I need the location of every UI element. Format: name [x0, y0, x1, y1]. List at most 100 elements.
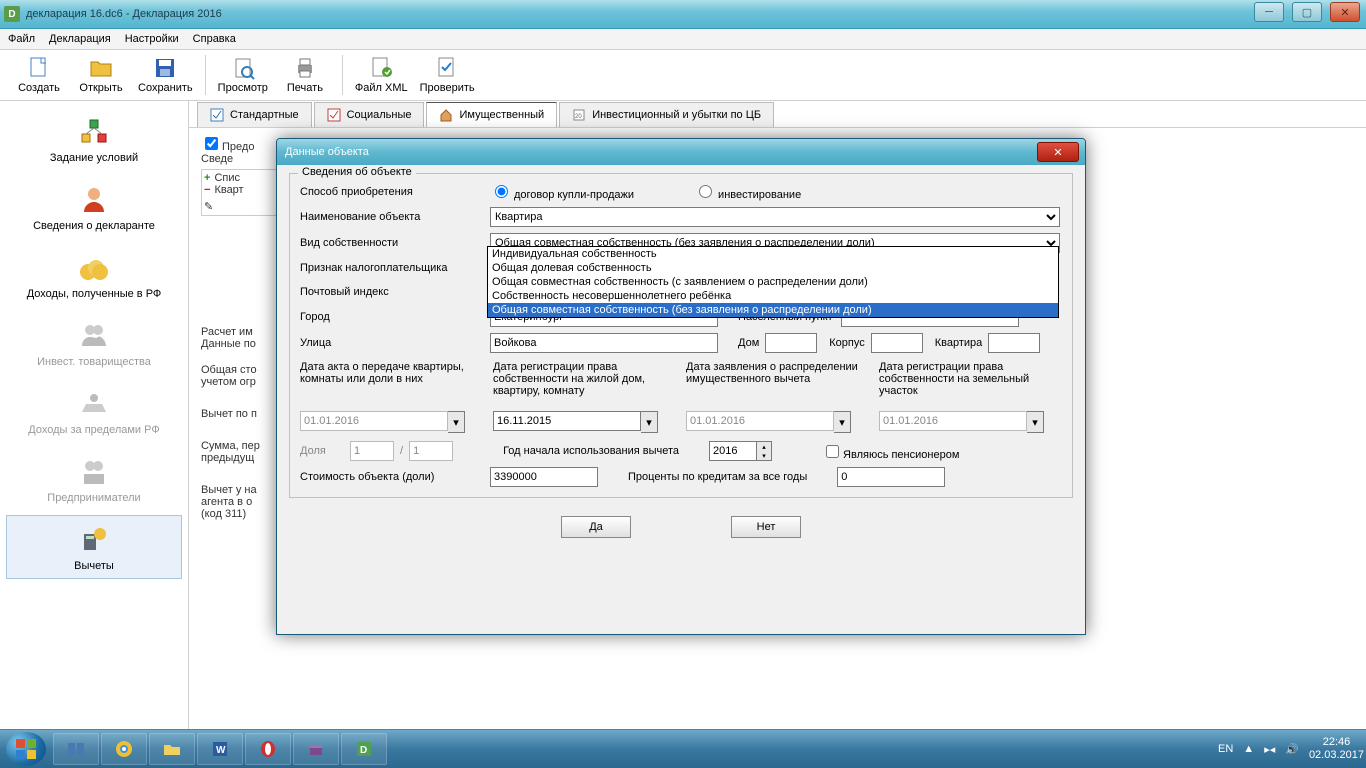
- tray-lang[interactable]: EN: [1218, 743, 1233, 755]
- task-totalcmd[interactable]: [53, 733, 99, 765]
- tb-xml-label: Файл XML: [355, 82, 408, 94]
- tab-standard[interactable]: Стандартные: [197, 102, 312, 127]
- nav-entrepreneurs[interactable]: Предприниматели: [6, 447, 182, 511]
- date-act-drop[interactable]: ▾: [448, 411, 465, 433]
- own-opt-0[interactable]: Индивидуальная собственность: [488, 247, 1058, 261]
- tab-row: Стандартные Социальные Имущественный 20И…: [189, 101, 1366, 128]
- maximize-button[interactable]: ▢: [1292, 2, 1322, 22]
- input-share-den[interactable]: [409, 441, 453, 461]
- tray-flag2-icon[interactable]: ▸◂: [1264, 743, 1275, 756]
- input-apt[interactable]: [988, 333, 1040, 353]
- task-word[interactable]: W: [197, 733, 243, 765]
- date-reg-drop[interactable]: ▾: [641, 411, 658, 433]
- tray-network-icon[interactable]: 🔊: [1285, 743, 1299, 756]
- input-date-land[interactable]: [879, 411, 1027, 431]
- task-declaration[interactable]: D: [341, 733, 387, 765]
- tb-print[interactable]: Печать: [274, 54, 336, 96]
- minimize-button[interactable]: ─: [1254, 2, 1284, 22]
- lbl-interest: Проценты по кредитам за все годы: [628, 471, 807, 483]
- own-opt-4[interactable]: Общая совместная собственность (без заяв…: [488, 303, 1058, 317]
- tab-property[interactable]: Имущественный: [426, 102, 557, 127]
- nav-deductions[interactable]: Вычеты: [6, 515, 182, 579]
- tab-invest-losses[interactable]: 20Инвестиционный и убытки по ЦБ: [559, 102, 774, 127]
- input-street[interactable]: [490, 333, 718, 353]
- chk-pensioner[interactable]: Являюсь пенсионером: [822, 442, 959, 461]
- lbl-date-decl: Дата заявления о распределении имуществе…: [686, 361, 869, 405]
- tb-check[interactable]: Проверить: [414, 54, 481, 96]
- input-interest[interactable]: [837, 467, 945, 487]
- tray-flag-icon[interactable]: ▲: [1243, 743, 1254, 755]
- tb-xml[interactable]: Файл XML: [349, 54, 414, 96]
- tb-sep: [205, 55, 206, 95]
- task-opera[interactable]: [245, 733, 291, 765]
- dialog-object-data: Данные объекта ✕ Сведения об объекте Спо…: [276, 138, 1086, 635]
- dialog-titlebar[interactable]: Данные объекта ✕: [277, 139, 1085, 165]
- own-opt-3[interactable]: Собственность несовершеннолетнего ребёнк…: [488, 289, 1058, 303]
- tb-open[interactable]: Открыть: [70, 54, 132, 96]
- nav-income-rf[interactable]: Доходы, полученные в РФ: [6, 243, 182, 307]
- nav-invest[interactable]: Инвест. товарищества: [6, 311, 182, 375]
- spin-up[interactable]: ▴: [757, 442, 771, 451]
- app-icon: D: [4, 6, 20, 22]
- dialog-title: Данные объекта: [285, 146, 369, 158]
- own-opt-1[interactable]: Общая долевая собственность: [488, 261, 1058, 275]
- start-button[interactable]: [6, 732, 46, 766]
- dialog-close-button[interactable]: ✕: [1037, 142, 1079, 162]
- left-nav: Задание условий Сведения о декларанте До…: [0, 101, 189, 751]
- input-date-reg[interactable]: [493, 411, 641, 431]
- close-button[interactable]: ✕: [1330, 2, 1360, 22]
- spin-down[interactable]: ▾: [757, 451, 771, 460]
- task-explorer[interactable]: [149, 733, 195, 765]
- lbl-apt: Квартира: [935, 337, 983, 349]
- lbl-obj-name: Наименование объекта: [300, 211, 490, 223]
- own-opt-2[interactable]: Общая совместная собственность (с заявле…: [488, 275, 1058, 289]
- input-cost[interactable]: [490, 467, 598, 487]
- tab-social[interactable]: Социальные: [314, 102, 425, 127]
- window-controls: ─ ▢ ✕: [1254, 2, 1360, 22]
- lbl-taxpayer-sign: Признак налогоплательщика: [300, 262, 490, 274]
- tray-clock[interactable]: 22:46 02.03.2017: [1309, 736, 1364, 762]
- input-date-decl[interactable]: [686, 411, 834, 431]
- lbl-year-start: Год начала использования вычета: [503, 445, 679, 457]
- input-house[interactable]: [765, 333, 817, 353]
- task-winrar[interactable]: [293, 733, 339, 765]
- year-spinner[interactable]: ▴▾: [709, 441, 772, 461]
- input-share-num[interactable]: [350, 441, 394, 461]
- lbl-date-reg: Дата регистрации права собственности на …: [493, 361, 676, 405]
- own-type-dropdown-list[interactable]: Индивидуальная собственность Общая долев…: [487, 246, 1059, 318]
- btn-no[interactable]: Нет: [731, 516, 801, 538]
- window-title: декларация 16.dc6 - Декларация 2016: [26, 8, 222, 20]
- input-block[interactable]: [871, 333, 923, 353]
- tb-save[interactable]: Сохранить: [132, 54, 199, 96]
- lbl-own-type: Вид собственности: [300, 237, 490, 249]
- tb-create[interactable]: Создать: [8, 54, 70, 96]
- menu-declaration[interactable]: Декларация: [49, 33, 111, 45]
- tb-open-label: Открыть: [79, 82, 122, 94]
- radio-sale[interactable]: договор купли-продажи: [490, 182, 634, 201]
- lbl-acq-method: Способ приобретения: [300, 186, 490, 198]
- groupbox-title: Сведения об объекте: [298, 166, 416, 178]
- menu-file[interactable]: Файл: [8, 33, 35, 45]
- btn-yes[interactable]: Да: [561, 516, 631, 538]
- nav-declarant[interactable]: Сведения о декларанте: [6, 175, 182, 239]
- tb-sep2: [342, 55, 343, 95]
- date-decl-drop[interactable]: ▾: [834, 411, 851, 433]
- nav-conditions[interactable]: Задание условий: [6, 107, 182, 171]
- nav-income-abroad[interactable]: Доходы за пределами РФ: [6, 379, 182, 443]
- svg-text:D: D: [360, 745, 367, 756]
- window-titlebar: D декларация 16.dc6 - Декларация 2016 ─ …: [0, 0, 1366, 29]
- date-land-drop[interactable]: ▾: [1027, 411, 1044, 433]
- tb-preview[interactable]: Просмотр: [212, 54, 274, 96]
- lbl-cost: Стоимость объекта (доли): [300, 471, 490, 483]
- dialog-body: Сведения об объекте Способ приобретения …: [277, 165, 1085, 546]
- menu-help[interactable]: Справка: [193, 33, 236, 45]
- radio-invest[interactable]: инвестирование: [694, 182, 801, 201]
- input-date-act[interactable]: [300, 411, 448, 431]
- bg-provide-checkbox[interactable]: [205, 137, 218, 150]
- task-chrome[interactable]: [101, 733, 147, 765]
- menu-settings[interactable]: Настройки: [125, 33, 179, 45]
- tb-create-label: Создать: [18, 82, 60, 94]
- select-obj-name[interactable]: Квартира: [490, 207, 1060, 227]
- tb-print-label: Печать: [287, 82, 323, 94]
- lbl-block: Корпус: [829, 337, 864, 349]
